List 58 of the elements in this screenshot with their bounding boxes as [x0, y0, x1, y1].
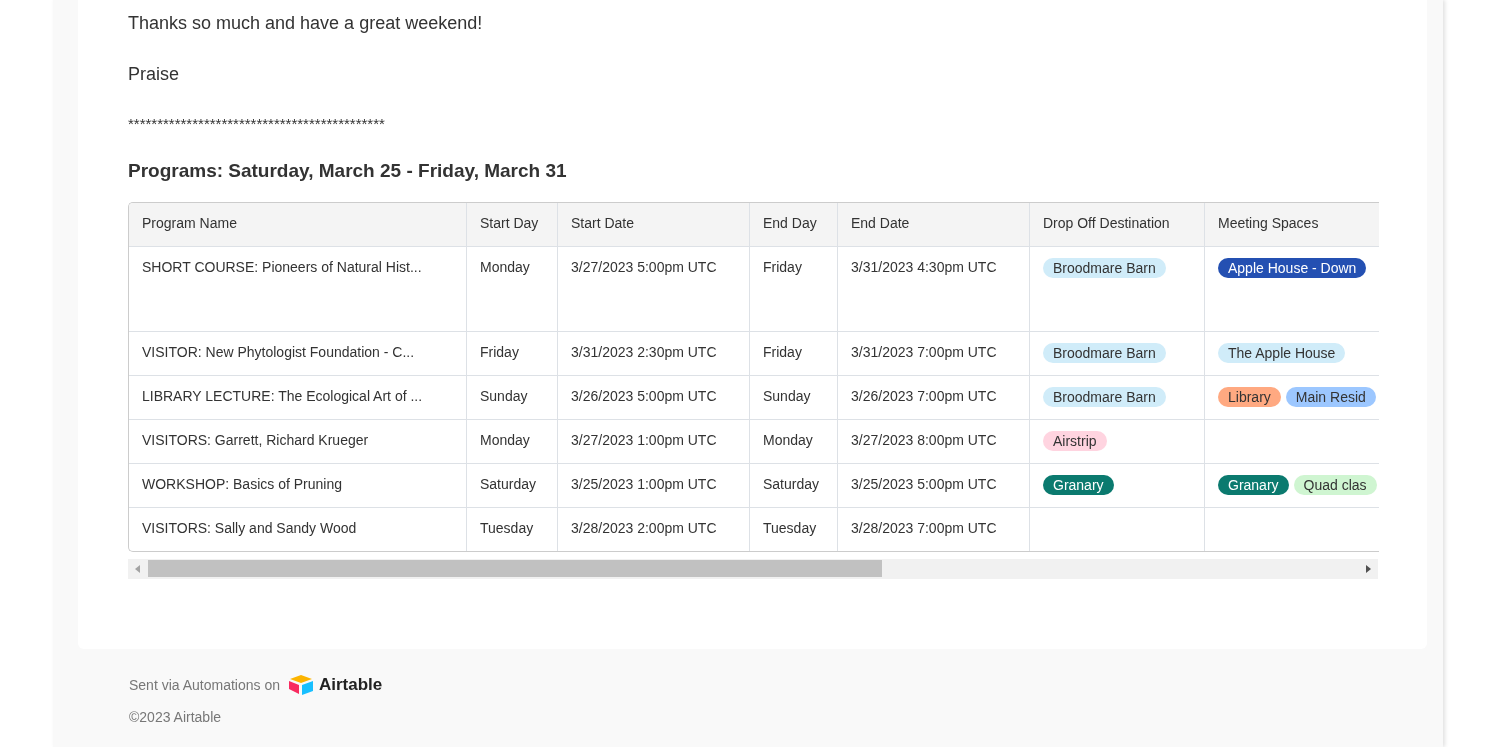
horizontal-scrollbar[interactable] [128, 558, 1378, 579]
table-cell: 3/25/2023 5:00pm UTC [838, 463, 1030, 507]
paragraph: Praise [128, 63, 181, 87]
column-header: End Date [838, 202, 1030, 246]
table-cell: 3/31/2023 4:30pm UTC [838, 246, 1030, 331]
table-cell: Friday [750, 331, 838, 375]
table-cell: Tuesday [750, 507, 838, 551]
tag: Library [1218, 386, 1281, 407]
table-cell: WORKSHOP: Basics of Pruning [129, 463, 467, 507]
table-cell: VISITOR: New Phytologist Foundation - C... [129, 331, 467, 375]
column-header: End Day [750, 202, 838, 246]
tag: The Apple House [1218, 342, 1346, 363]
table-cell: SHORT COURSE: Pioneers of Natural Hist... [129, 246, 467, 331]
table-cell: VISITORS: Sally and Sandy Wood [129, 507, 467, 551]
airtable-logo[interactable]: Airtable [288, 674, 383, 695]
table-cell: LIBRARY LECTURE: The Ecological Art of ... [129, 375, 467, 419]
scrollbar-thumb[interactable] [148, 560, 882, 578]
tag: Apple House - Down [1218, 257, 1367, 278]
table-cell: 3/28/2023 7:00pm UTC [838, 507, 1030, 551]
tag: Broodmare Barn [1043, 342, 1166, 363]
tag: Airstrip [1043, 430, 1107, 451]
divider-text: ******************************************** [128, 114, 386, 132]
table-cell: Monday [750, 419, 838, 463]
table-cell: Monday [467, 419, 558, 463]
table-cell: 3/27/2023 8:00pm UTC [838, 419, 1030, 463]
table-cell: Saturday [750, 463, 838, 507]
tag: Broodmare Barn [1043, 257, 1166, 278]
table-cell: 3/26/2023 5:00pm UTC [558, 375, 750, 419]
column-header: Program Name [129, 202, 467, 246]
table-cell: 3/27/2023 1:00pm UTC [558, 419, 750, 463]
table-cell: 3/28/2023 2:00pm UTC [558, 507, 750, 551]
tag: Quad clas [1293, 474, 1377, 495]
table-cell: Monday [467, 246, 558, 331]
table-cell: Sunday [750, 375, 838, 419]
table-cell: 3/31/2023 2:30pm UTC [558, 331, 750, 375]
tag: Granary [1043, 474, 1114, 495]
table-cell: Friday [467, 331, 558, 375]
table-cell: VISITORS: Garrett, Richard Krueger [129, 419, 467, 463]
table-cell: 3/26/2023 7:00pm UTC [838, 375, 1030, 419]
tag: Granary [1218, 474, 1289, 495]
copyright-text: ©2023 Airtable [129, 708, 223, 725]
table-cell: Friday [750, 246, 838, 331]
table-cell: Saturday [467, 463, 558, 507]
paragraph: Thanks so much and have a great weekend! [128, 12, 484, 35]
table-cell: 3/25/2023 1:00pm UTC [558, 463, 750, 507]
tag: Main Resid [1285, 386, 1376, 407]
table-cell: 3/31/2023 7:00pm UTC [838, 331, 1030, 375]
table-cell: Sunday [467, 375, 558, 419]
column-header: Drop Off Destination [1030, 202, 1205, 246]
sent-via-text: Sent via Automations on [129, 676, 280, 693]
tag: Broodmare Barn [1043, 386, 1166, 407]
column-header: Meeting Spaces [1217, 213, 1320, 233]
column-header: Start Date [558, 202, 750, 246]
table-cell: 3/27/2023 5:00pm UTC [558, 246, 750, 331]
table-cell: Tuesday [467, 507, 558, 551]
section-heading: Programs: Saturday, March 25 - Friday, March 31 [128, 159, 568, 182]
column-header: Start Day [467, 202, 558, 246]
logo-icon [288, 674, 314, 695]
